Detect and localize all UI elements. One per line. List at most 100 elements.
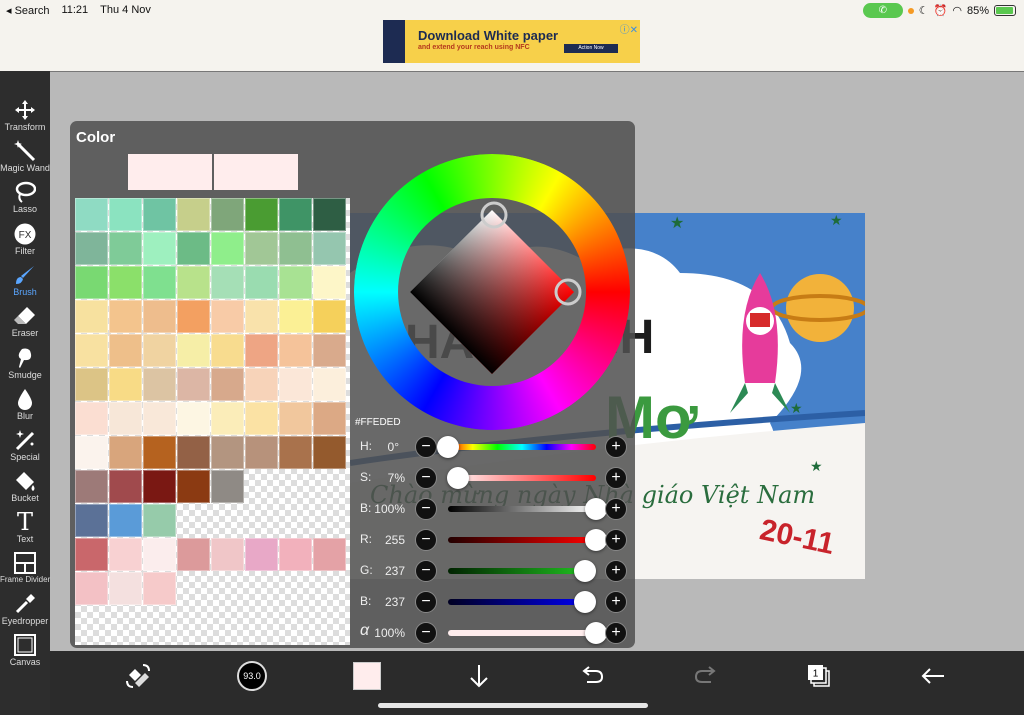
palette-swatch[interactable] bbox=[109, 300, 142, 333]
green-increment-button[interactable]: + bbox=[605, 560, 627, 582]
palette-swatch[interactable] bbox=[211, 232, 244, 265]
palette-swatch[interactable] bbox=[245, 232, 278, 265]
palette-swatch[interactable] bbox=[279, 300, 312, 333]
tool-frame-divider[interactable]: Frame Divider bbox=[0, 552, 50, 592]
palette-swatch[interactable] bbox=[143, 232, 176, 265]
palette-swatch[interactable] bbox=[279, 402, 312, 435]
palette-swatch[interactable] bbox=[279, 538, 312, 571]
palette-swatch[interactable] bbox=[177, 334, 210, 367]
palette-swatch[interactable] bbox=[109, 470, 142, 503]
ad-action-button[interactable]: Action Now bbox=[564, 44, 618, 53]
palette-swatch[interactable] bbox=[109, 198, 142, 231]
palette-swatch[interactable] bbox=[75, 266, 108, 299]
red-slider-track[interactable] bbox=[448, 537, 596, 543]
palette-swatch[interactable] bbox=[109, 402, 142, 435]
palette-swatch[interactable] bbox=[177, 232, 210, 265]
saturation-increment-button[interactable]: + bbox=[605, 467, 627, 489]
palette-swatch[interactable] bbox=[143, 504, 176, 537]
swap-colors-button[interactable] bbox=[121, 659, 155, 693]
hue-wheel[interactable] bbox=[354, 154, 630, 430]
palette-swatch[interactable] bbox=[143, 198, 176, 231]
hue-slider-track[interactable] bbox=[448, 444, 596, 450]
palette-swatch[interactable] bbox=[177, 198, 210, 231]
palette-swatch[interactable] bbox=[245, 368, 278, 401]
palette-swatch[interactable] bbox=[211, 198, 244, 231]
palette-swatch[interactable] bbox=[211, 538, 244, 571]
palette-swatch[interactable] bbox=[279, 198, 312, 231]
home-indicator[interactable] bbox=[378, 703, 648, 708]
alpha-slider-thumb[interactable] bbox=[585, 622, 607, 644]
phone-call-pill[interactable]: ✆ bbox=[862, 3, 903, 18]
red-decrement-button[interactable]: − bbox=[415, 529, 437, 551]
back-to-search-link[interactable]: ◂ Search bbox=[6, 4, 49, 17]
green-decrement-button[interactable]: − bbox=[415, 560, 437, 582]
current-color-swatch[interactable] bbox=[350, 659, 384, 693]
brightness-slider-track[interactable] bbox=[448, 506, 596, 512]
palette-swatch[interactable] bbox=[75, 232, 108, 265]
tool-eraser[interactable]: Eraser bbox=[0, 305, 50, 345]
hue-decrement-button[interactable]: − bbox=[415, 436, 437, 458]
palette-swatch[interactable] bbox=[211, 402, 244, 435]
palette-swatch[interactable] bbox=[177, 266, 210, 299]
palette-swatch[interactable] bbox=[109, 572, 142, 605]
palette-swatch[interactable] bbox=[75, 198, 108, 231]
palette-swatch[interactable] bbox=[177, 470, 210, 503]
palette-swatch[interactable] bbox=[143, 300, 176, 333]
hue-slider-thumb[interactable] bbox=[437, 436, 459, 458]
palette-swatch[interactable] bbox=[75, 436, 108, 469]
palette-swatch[interactable] bbox=[143, 266, 176, 299]
palette-swatch[interactable] bbox=[245, 538, 278, 571]
palette-swatch[interactable] bbox=[109, 266, 142, 299]
palette-swatch[interactable] bbox=[245, 436, 278, 469]
color-wheel[interactable] bbox=[354, 154, 630, 430]
green-slider-thumb[interactable] bbox=[574, 560, 597, 582]
palette-swatch[interactable] bbox=[75, 504, 108, 537]
tool-text[interactable]: T Text bbox=[0, 510, 50, 551]
palette-swatch[interactable] bbox=[109, 334, 142, 367]
palette-swatch[interactable] bbox=[245, 334, 278, 367]
download-button[interactable] bbox=[462, 659, 496, 693]
redo-button[interactable] bbox=[689, 659, 723, 693]
palette-swatch[interactable] bbox=[245, 300, 278, 333]
tool-eyedropper[interactable]: Eyedropper bbox=[0, 593, 50, 633]
saturation-decrement-button[interactable]: − bbox=[415, 467, 437, 489]
palette-swatch[interactable] bbox=[313, 266, 346, 299]
tool-filter[interactable]: FX Filter bbox=[0, 223, 50, 263]
palette-swatch[interactable] bbox=[75, 572, 108, 605]
palette-swatch[interactable] bbox=[211, 334, 244, 367]
undo-button[interactable] bbox=[575, 659, 609, 693]
palette-swatch[interactable] bbox=[177, 436, 210, 469]
saturation-slider-track[interactable] bbox=[448, 475, 596, 481]
previous-color-preview[interactable] bbox=[214, 154, 298, 190]
palette-swatch[interactable] bbox=[211, 266, 244, 299]
brightness-slider-thumb[interactable] bbox=[585, 498, 607, 520]
blue-decrement-button[interactable]: − bbox=[415, 591, 437, 613]
palette-swatch[interactable] bbox=[313, 198, 346, 231]
red-increment-button[interactable]: + bbox=[605, 529, 627, 551]
blue-slider-thumb[interactable] bbox=[574, 591, 597, 613]
palette-swatch[interactable] bbox=[279, 334, 312, 367]
palette-swatch[interactable] bbox=[75, 368, 108, 401]
palette-swatch[interactable] bbox=[177, 368, 210, 401]
palette-swatch[interactable] bbox=[109, 232, 142, 265]
brush-size-indicator[interactable]: 93.0 bbox=[235, 659, 269, 693]
palette-swatch[interactable] bbox=[245, 402, 278, 435]
palette-swatch[interactable] bbox=[313, 402, 346, 435]
palette-swatch[interactable] bbox=[177, 300, 210, 333]
palette-swatch[interactable] bbox=[279, 266, 312, 299]
palette-swatch[interactable] bbox=[109, 436, 142, 469]
palette-swatch[interactable] bbox=[279, 232, 312, 265]
palette-swatch[interactable] bbox=[279, 436, 312, 469]
palette-swatch[interactable] bbox=[313, 538, 346, 571]
tool-canvas[interactable]: Canvas bbox=[0, 634, 50, 674]
tool-brush[interactable]: Brush bbox=[0, 264, 50, 304]
palette-swatch[interactable] bbox=[109, 504, 142, 537]
palette-swatch[interactable] bbox=[211, 436, 244, 469]
tool-blur[interactable]: Blur bbox=[0, 388, 50, 428]
tool-lasso[interactable]: Lasso bbox=[0, 181, 50, 221]
palette-swatch[interactable] bbox=[109, 368, 142, 401]
palette-swatch[interactable] bbox=[313, 436, 346, 469]
tool-bucket[interactable]: Bucket bbox=[0, 470, 50, 510]
palette-swatch[interactable] bbox=[75, 470, 108, 503]
palette-swatch[interactable] bbox=[143, 436, 176, 469]
